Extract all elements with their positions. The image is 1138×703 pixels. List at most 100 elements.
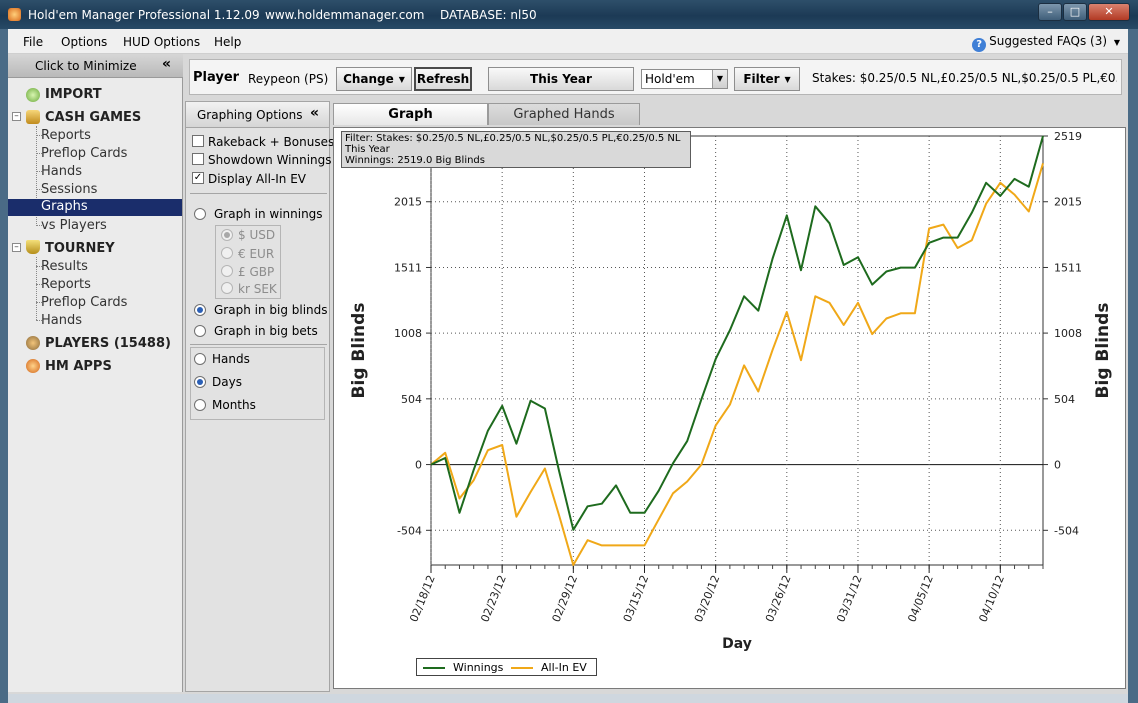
- y-tick-label-left: 2015: [394, 196, 422, 209]
- minimize-window-button[interactable]: –: [1038, 3, 1062, 21]
- menu-help[interactable]: Help: [214, 35, 241, 49]
- chevron-down-icon: ▼: [712, 70, 727, 88]
- filter-button[interactable]: Filter ▼: [734, 67, 800, 91]
- sidebar-item-cash-preflop-cards[interactable]: Preflop Cards: [41, 146, 127, 161]
- rakeback-label: Rakeback + Bonuses: [208, 135, 335, 149]
- hm-apps-icon: [26, 359, 40, 373]
- menu-options[interactable]: Options: [61, 35, 107, 49]
- filter-summary-stakes: Filter: Stakes: $0.25/0.5 NL,£0.25/0.5 N…: [345, 133, 681, 144]
- sidebar-item-cash-reports[interactable]: Reports: [41, 128, 91, 143]
- close-window-button[interactable]: ✕: [1088, 3, 1130, 21]
- y-axis-title-right: Big Blinds: [1093, 303, 1113, 399]
- graph-tabs: Graph Graphed Hands: [333, 101, 1128, 127]
- y-tick-label-left: 1008: [394, 327, 422, 340]
- sidebar: Click to Minimize « IMPORT – CASH GAMES …: [8, 54, 183, 692]
- y-tick-label-right: 2015: [1054, 196, 1082, 209]
- showdown-winnings-checkbox[interactable]: [192, 153, 204, 165]
- filter-toolbar: Player Reypeon (PS) Change ▼ Refresh This…: [189, 59, 1122, 95]
- x-mode-hands-radio[interactable]: [194, 353, 206, 365]
- chevron-down-icon: ▼: [398, 75, 405, 84]
- currency-eur-label: € EUR: [238, 247, 275, 261]
- maximize-window-button[interactable]: □: [1063, 3, 1087, 21]
- showdown-winnings-label: Showdown Winnings: [208, 153, 332, 167]
- import-icon: [26, 88, 40, 102]
- plot-frame: [430, 135, 1044, 566]
- filter-summary-winnings: Winnings: 2519.0 Big Blinds: [345, 155, 485, 166]
- app-icon: [8, 8, 21, 21]
- currency-eur-radio[interactable]: [221, 247, 233, 259]
- x-mode-months-radio[interactable]: [194, 399, 206, 411]
- graph-panel: -504 -504 0 0 504 504 1008 1008 1511 1511 2015 2015…: [333, 127, 1126, 689]
- sidebar-item-tourney-results[interactable]: Results: [41, 259, 88, 274]
- rakeback-checkbox[interactable]: [192, 135, 204, 147]
- currency-sek-radio[interactable]: [221, 282, 233, 294]
- window-title: Hold'em Manager Professional 1.12.09: [28, 8, 260, 22]
- currency-gbp-label: £ GBP: [238, 265, 275, 279]
- sidebar-item-cash-games[interactable]: CASH GAMES: [45, 110, 141, 125]
- x-tick-label: 04/05/12: [905, 573, 936, 624]
- sidebar-item-tourney-reports[interactable]: Reports: [41, 277, 91, 292]
- trophy-icon: [26, 240, 40, 254]
- sidebar-item-vs-players[interactable]: vs Players: [41, 218, 107, 233]
- minimize-label: Click to Minimize: [35, 59, 137, 73]
- tab-graph[interactable]: Graph: [333, 103, 488, 125]
- window-url: www.holdemmanager.com: [265, 8, 425, 22]
- menu-hud-options[interactable]: HUD Options: [123, 35, 200, 49]
- display-all-in-ev-checkbox[interactable]: ✓: [192, 172, 204, 184]
- sidebar-item-tourney-preflop-cards[interactable]: Preflop Cards: [41, 295, 127, 310]
- main-frame: Click to Minimize « IMPORT – CASH GAMES …: [8, 54, 1128, 694]
- sidebar-item-tourney[interactable]: TOURNEY: [45, 241, 115, 256]
- y-tick-label-left: 1511: [394, 261, 422, 274]
- sidebar-item-players[interactable]: PLAYERS (15488): [45, 336, 171, 351]
- graph-in-big-bets-label: Graph in big bets: [214, 324, 318, 338]
- sidebar-item-tourney-hands[interactable]: Hands: [41, 313, 82, 328]
- menu-file[interactable]: File: [23, 35, 43, 49]
- status-bar: [8, 694, 1128, 703]
- legend-label-all-in-ev: All-In EV: [541, 661, 587, 674]
- y-tick-label-right: 0: [1054, 459, 1061, 472]
- sidebar-item-graphs[interactable]: Graphs: [8, 199, 182, 216]
- currency-usd-radio[interactable]: [221, 229, 233, 241]
- game-type-select[interactable]: Hold'em ▼: [641, 69, 728, 89]
- y-tick-label-right: 1008: [1054, 327, 1082, 340]
- graph-in-big-bets-radio[interactable]: [194, 325, 206, 337]
- display-all-in-ev-label: Display All-In EV: [208, 172, 307, 186]
- x-tick-label: 03/26/12: [763, 573, 794, 624]
- tourney-collapse-toggle[interactable]: –: [12, 243, 21, 252]
- x-mode-days-radio[interactable]: [194, 376, 206, 388]
- x-tick-label: 03/15/12: [621, 573, 652, 624]
- graph-in-winnings-radio[interactable]: [194, 208, 206, 220]
- player-label: Player: [193, 70, 240, 85]
- tab-graphed-hands[interactable]: Graphed Hands: [488, 103, 640, 125]
- sidebar-item-import[interactable]: IMPORT: [45, 87, 102, 102]
- x-mode-months-label: Months: [212, 398, 256, 412]
- y-tick-label-right: 504: [1054, 393, 1075, 406]
- x-tick-label: 02/23/12: [478, 573, 509, 624]
- sidebar-item-sessions[interactable]: Sessions: [41, 182, 97, 197]
- x-tick-label: 02/29/12: [550, 573, 581, 624]
- filter-summary-box: Filter: Stakes: $0.25/0.5 NL,£0.25/0.5 N…: [341, 131, 691, 168]
- change-player-button[interactable]: Change ▼: [336, 67, 412, 91]
- suggested-faqs-menu[interactable]: ? Suggested FAQs (3) ▼: [972, 34, 1120, 52]
- currency-sek-label: kr SEK: [238, 282, 277, 296]
- currency-usd-label: $ USD: [238, 228, 276, 242]
- refresh-button[interactable]: Refresh: [414, 67, 472, 91]
- graphing-options-header[interactable]: Graphing Options «: [186, 102, 329, 128]
- currency-gbp-radio[interactable]: [221, 265, 233, 277]
- game-type-value: Hold'em: [645, 72, 695, 86]
- minimize-sidebar-button[interactable]: Click to Minimize «: [8, 54, 183, 78]
- x-axis-title: Day: [722, 636, 752, 652]
- sidebar-item-cash-hands[interactable]: Hands: [41, 164, 82, 179]
- x-tick-label: 03/31/12: [834, 573, 865, 624]
- divider: [190, 344, 327, 345]
- graph-in-winnings-label: Graph in winnings: [214, 207, 323, 221]
- chevron-down-icon: ▼: [784, 75, 791, 84]
- x-tick-label: 03/20/12: [692, 573, 723, 624]
- date-range-button[interactable]: This Year: [488, 67, 634, 91]
- graph-in-big-blinds-radio[interactable]: [194, 304, 206, 316]
- player-name: Reypeon (PS): [248, 72, 329, 86]
- sidebar-item-hm-apps[interactable]: HM APPS: [45, 359, 112, 374]
- cash-games-collapse-toggle[interactable]: –: [12, 112, 21, 121]
- players-icon: [26, 336, 40, 350]
- x-mode-days-label: Days: [212, 375, 242, 389]
